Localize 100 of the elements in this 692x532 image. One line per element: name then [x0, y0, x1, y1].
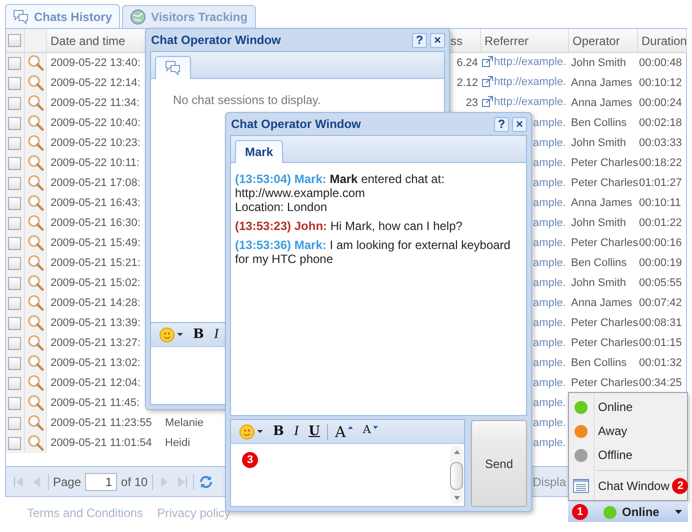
table-cell: 2009-05-21 11:01:54 [50, 437, 152, 449]
table-cell: John Smith [571, 137, 626, 149]
window-title: Chat Operator Window [150, 33, 281, 47]
table-cell: 00:00:24 [639, 97, 682, 109]
referrer-link[interactable]: ample. [532, 217, 566, 229]
referrer-link[interactable]: ample. [532, 177, 566, 189]
table-cell: 2009-05-22 10:40: [50, 117, 140, 129]
bold-button[interactable]: B [190, 326, 207, 344]
referrer-link[interactable]: http://example. [482, 76, 566, 88]
table-cell: Anna James [571, 97, 632, 109]
table-cell: 00:02:18 [639, 117, 682, 129]
table-cell: 00:00:48 [639, 57, 682, 69]
italic-button[interactable]: I [291, 422, 302, 440]
table-cell: 00:00:19 [639, 257, 682, 269]
referrer-link[interactable]: ample. [532, 297, 566, 309]
table-cell: 00:00:16 [639, 237, 682, 249]
table-cell: 2009-05-21 13:02: [50, 357, 140, 369]
table-cell: Anna James [571, 197, 632, 209]
page-field[interactable]: 1 [85, 472, 118, 490]
table-cell: 2009-05-21 16:30: [50, 217, 140, 229]
bold-button[interactable]: B [270, 422, 287, 440]
table-cell: 01:01:27 [639, 177, 682, 189]
referrer-link[interactable]: ample. [532, 377, 566, 389]
referrer-link[interactable]: ample. [532, 237, 566, 249]
number-badge: 3 [242, 452, 258, 468]
table-cell: Peter Charles [571, 177, 638, 189]
close-button[interactable]: × [430, 32, 445, 48]
menu-item[interactable]: Chat Window [598, 479, 670, 493]
number-badge: 1 [572, 504, 588, 520]
referrer-link[interactable]: ample. [532, 157, 566, 169]
table-cell: 00:10:11 [639, 197, 682, 209]
close-button[interactable]: × [512, 116, 527, 132]
referrer-link[interactable]: http://example. [482, 56, 566, 68]
help-button[interactable]: ? [412, 32, 427, 48]
italic-button[interactable]: I [211, 326, 222, 344]
table-cell: 2009-05-21 13:39: [50, 317, 140, 329]
table-cell: Melanie [165, 417, 204, 429]
table-cell: 2009-05-21 13:27: [50, 337, 140, 349]
referrer-link[interactable]: ample. [532, 117, 566, 129]
table-cell: 2009-05-21 15:49: [50, 237, 140, 249]
window-title: Chat Operator Window [230, 117, 361, 131]
table-cell: John Smith [571, 57, 626, 69]
table-cell: Heidi [165, 437, 190, 449]
table-cell: 2009-05-22 10:11: [50, 157, 140, 169]
chat-message: (13:53:36) Mark: I am looking for external keyboard for my HTC phone [235, 238, 512, 266]
referrer-link[interactable]: http://example. [482, 96, 566, 108]
referrer-link[interactable]: ample. [532, 337, 566, 349]
table-cell: Ben Collins [571, 257, 627, 269]
table-cell: 00:01:22 [639, 217, 682, 229]
referrer-link[interactable]: ample. [532, 257, 566, 269]
empty-message: No chat sessions to display. [172, 92, 322, 107]
table-cell: 2009-05-22 13:40: [50, 57, 140, 69]
message-field[interactable]: 3 [231, 444, 464, 506]
chat-message: (13:53:23) John: Hi Mark, how can I help? [235, 219, 464, 233]
help-button[interactable]: ? [494, 116, 509, 132]
menu-item[interactable]: Offline [598, 448, 632, 462]
menu-item[interactable]: Online [598, 400, 633, 414]
send-button[interactable]: Send [471, 420, 527, 507]
underline-button[interactable]: U [306, 422, 324, 440]
referrer-link[interactable]: ample. [532, 437, 566, 449]
display-info: Displa [532, 474, 566, 488]
table-cell: 00:10:12 [639, 77, 682, 89]
table-cell: Ben Collins [571, 357, 627, 369]
referrer-link[interactable]: ample. [532, 397, 566, 409]
table-cell: 2009-05-21 11:45: [50, 397, 140, 409]
table-cell: 00:01:15 [639, 337, 682, 349]
number-badge: 2 [672, 478, 688, 494]
table-cell: 2009-05-21 16:43: [50, 197, 140, 209]
referrer-link[interactable]: ample. [532, 137, 566, 149]
referrer-link[interactable]: ample. [532, 317, 566, 329]
table-cell: 2009-05-21 12:04: [50, 377, 140, 389]
chat-tab[interactable]: Mark [235, 140, 284, 163]
status-label: Online [622, 505, 660, 519]
referrer-link[interactable]: ample. [532, 417, 566, 429]
table-cell: John Smith [571, 217, 626, 229]
table-cell: 2009-05-21 15:02: [50, 277, 140, 289]
chat-message: (13:53:04) Mark: Mark entered chat at: http://www.example.com Location: London [235, 172, 446, 214]
referrer-link[interactable]: ample. [532, 357, 566, 369]
font-size-down-button[interactable]: A [360, 422, 381, 440]
menu-item[interactable]: Away [598, 424, 628, 438]
table-cell: Peter Charles [571, 157, 638, 169]
referrer-link[interactable]: ample. [532, 277, 566, 289]
tab[interactable]: Visitors Tracking [122, 5, 256, 28]
page-count: of 10 [121, 474, 148, 488]
table-cell: 6.24 [456, 57, 478, 69]
table-cell: 2009-05-21 14:28: [50, 297, 140, 309]
table-cell: 2009-05-22 10:23: [50, 137, 140, 149]
table-cell: 00:07:42 [639, 297, 682, 309]
table-cell: Anna James [571, 77, 632, 89]
status-button[interactable]: 1 Online [568, 502, 688, 522]
referrer-link[interactable]: ample. [532, 197, 566, 209]
font-size-up-button[interactable]: A [332, 422, 356, 440]
table-cell: Peter Charles [571, 237, 638, 249]
table-cell: 00:05:55 [639, 277, 682, 289]
table-cell: Anna James [571, 297, 632, 309]
table-cell: 00:34:25 [639, 377, 682, 389]
tab[interactable]: Chats History [5, 4, 120, 28]
table-cell: Ben Collins [571, 117, 627, 129]
table-cell: 2009-05-22 12:14: [50, 77, 140, 89]
table-cell: 00:18:22 [639, 157, 682, 169]
